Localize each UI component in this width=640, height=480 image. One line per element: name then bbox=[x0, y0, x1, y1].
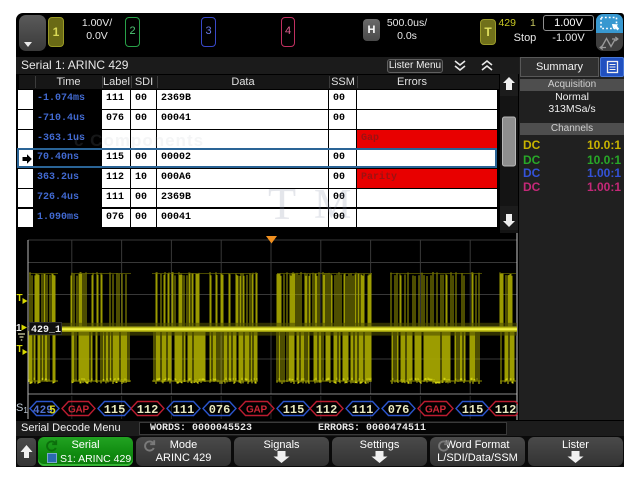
svg-text:5: 5 bbox=[49, 405, 56, 418]
svg-text:076: 076 bbox=[209, 403, 231, 417]
svg-text:112: 112 bbox=[316, 403, 338, 417]
svg-text:076: 076 bbox=[388, 403, 410, 417]
svg-text:115: 115 bbox=[104, 403, 126, 417]
svg-text:GAP: GAP bbox=[425, 405, 447, 416]
svg-text:GAP: GAP bbox=[68, 405, 90, 416]
svg-text:112: 112 bbox=[495, 403, 517, 417]
svg-text:115: 115 bbox=[462, 403, 484, 417]
svg-text:111: 111 bbox=[352, 403, 374, 417]
svg-text:GAP: GAP bbox=[246, 405, 268, 416]
svg-text:111: 111 bbox=[173, 403, 195, 417]
svg-text:T: T bbox=[17, 293, 23, 304]
svg-text:T: T bbox=[17, 344, 23, 355]
svg-text:1: 1 bbox=[16, 323, 22, 334]
svg-text:112: 112 bbox=[137, 403, 159, 417]
svg-text:115: 115 bbox=[283, 403, 305, 417]
svg-text:429_1: 429_1 bbox=[31, 325, 61, 336]
